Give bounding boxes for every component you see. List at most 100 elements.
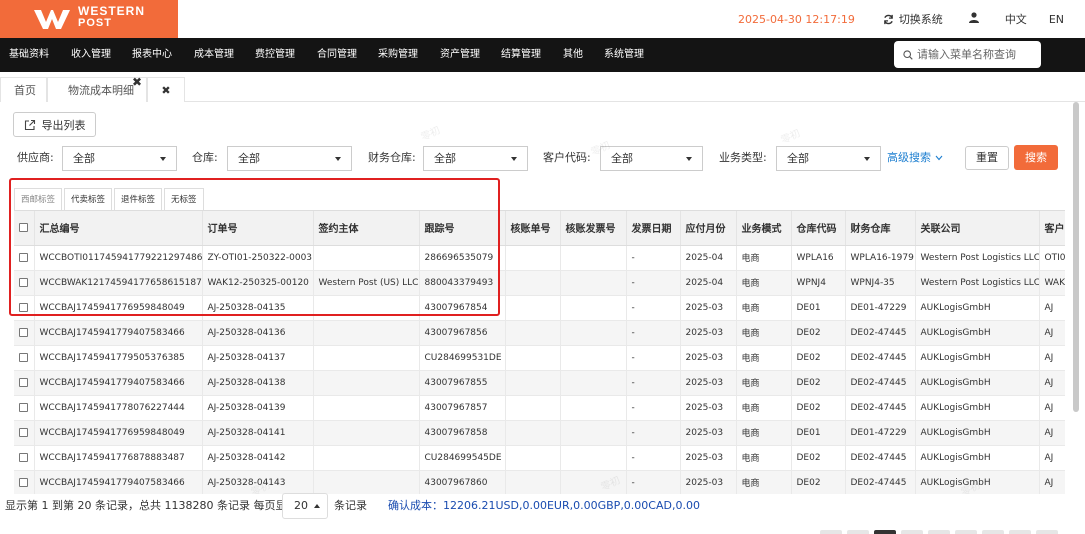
tab-logistics-cost[interactable]: 物流成本明细 ✖: [47, 75, 147, 102]
table-row[interactable]: WCCBAJ1745941776959848049 AJ-250328-04141…: [14, 420, 1065, 446]
table-cell: [313, 345, 420, 371]
table-row[interactable]: WCCBAJ1745941779407583466 AJ-250328-04136…: [14, 320, 1065, 346]
nav-item-purchasing[interactable]: 采购管理: [378, 38, 418, 72]
nav-item-income[interactable]: 收入管理: [71, 38, 111, 72]
table-cell: AJ: [1039, 320, 1065, 346]
table-cell: AJ: [1039, 395, 1065, 421]
pager-button[interactable]: [955, 530, 977, 534]
nav-item-expense-control[interactable]: 费控管理: [255, 38, 295, 72]
nav-item-assets[interactable]: 资产管理: [440, 38, 480, 72]
row-checkbox[interactable]: [14, 445, 35, 471]
customer-code-select[interactable]: 全部: [600, 146, 703, 171]
table-cell: DE02: [791, 445, 846, 471]
pager-button[interactable]: [820, 530, 842, 534]
table-cell: 电商: [736, 245, 792, 271]
col-customer[interactable]: 客户: [1039, 211, 1065, 246]
table-cell: WPNJ4-35: [845, 270, 916, 296]
search-button[interactable]: 搜索: [1014, 145, 1058, 170]
top-bar: WESTERN POST 2025-04-30 12:17:19 切换系统 中文…: [0, 0, 1085, 38]
pager-button[interactable]: [1036, 530, 1058, 534]
row-checkbox[interactable]: [14, 395, 35, 421]
pager-button[interactable]: [1009, 530, 1031, 534]
table-cell: [505, 445, 561, 471]
nav-item-settlement[interactable]: 结算管理: [501, 38, 541, 72]
table-cell: WCCBAJ1745941778076227444: [34, 395, 203, 421]
col-warehouse-code[interactable]: 仓库代码: [791, 211, 846, 246]
table-cell: AJ-250328-04138: [202, 370, 314, 396]
row-checkbox[interactable]: [14, 420, 35, 446]
table-cell: [560, 420, 627, 446]
switch-system-label: 切换系统: [898, 13, 943, 26]
page-scrollbar[interactable]: [1073, 102, 1079, 412]
pager-button[interactable]: [982, 530, 1004, 534]
nav-item-reports[interactable]: 报表中心: [132, 38, 172, 72]
row-checkbox[interactable]: [14, 470, 35, 494]
table-row[interactable]: WCCBAJ1745941778076227444 AJ-250328-04139…: [14, 395, 1065, 421]
table-cell: [505, 470, 561, 494]
search-icon: [903, 49, 913, 60]
table-cell: 43007967855: [419, 370, 506, 396]
user-icon[interactable]: [968, 12, 979, 26]
nav-item-system[interactable]: 系统管理: [604, 38, 644, 72]
col-invoice-date[interactable]: 发票日期: [626, 211, 681, 246]
table-cell: 电商: [736, 345, 792, 371]
finance-warehouse-select[interactable]: 全部: [423, 146, 528, 171]
table-cell: Western Post Logistics LLC: [915, 270, 1040, 296]
tab-home[interactable]: 首页: [0, 77, 47, 102]
table-cell: [560, 245, 627, 271]
chevron-down-icon: [864, 157, 870, 161]
table-cell: [560, 445, 627, 471]
pager-button[interactable]: [901, 530, 923, 534]
brand-logo[interactable]: WESTERN POST: [0, 0, 178, 38]
nav-item-contracts[interactable]: 合同管理: [317, 38, 357, 72]
chevron-down-icon: [935, 155, 942, 161]
lang-en-button[interactable]: EN: [1049, 13, 1064, 26]
table-cell: [313, 470, 420, 494]
pager-button[interactable]: [928, 530, 950, 534]
row-checkbox[interactable]: [14, 370, 35, 396]
table-cell: DE01: [791, 295, 846, 321]
table-row[interactable]: WCCBAJ1745941779407583466 AJ-250328-04138…: [14, 370, 1065, 396]
brand-name: WESTERN POST: [78, 4, 145, 29]
menu-search-box[interactable]: [894, 41, 1041, 68]
table-cell: -: [626, 445, 681, 471]
col-business-mode[interactable]: 业务模式: [736, 211, 792, 246]
col-related-company[interactable]: 关联公司: [915, 211, 1040, 246]
warehouse-select[interactable]: 全部: [227, 146, 352, 171]
table-cell: [560, 270, 627, 296]
col-finance-warehouse[interactable]: 财务仓库: [845, 211, 916, 246]
advanced-search-link[interactable]: 高级搜索: [887, 145, 943, 170]
row-checkbox[interactable]: [14, 320, 35, 346]
reset-button[interactable]: 重置: [965, 146, 1009, 170]
close-all-tabs-button[interactable]: ✖: [147, 77, 185, 102]
col-reconcile-invoice-no[interactable]: 核账发票号: [560, 211, 627, 246]
business-type-select[interactable]: 全部: [776, 146, 881, 171]
menu-search-input[interactable]: [917, 48, 1035, 61]
table-row[interactable]: WCCBAJ1745941779407583466 AJ-250328-04143…: [14, 470, 1065, 494]
pager-button[interactable]: [847, 530, 869, 534]
pager-button[interactable]: [874, 530, 896, 534]
nav-item-basic-data[interactable]: 基础资料: [9, 38, 49, 72]
table-cell: -: [626, 295, 681, 321]
table-cell: DE02-47445: [845, 395, 916, 421]
lang-zh-button[interactable]: 中文: [1005, 11, 1027, 27]
export-list-button[interactable]: 导出列表: [13, 112, 96, 137]
table-cell: AJ-250328-04139: [202, 395, 314, 421]
col-reconcile-bill-no[interactable]: 核账单号: [505, 211, 561, 246]
table-cell: AJ-250328-04137: [202, 345, 314, 371]
table-cell: [560, 295, 627, 321]
tab-close-icon[interactable]: ✖: [132, 70, 142, 95]
table-row[interactable]: WCCBAJ1745941779505376385 AJ-250328-04137…: [14, 345, 1065, 371]
table-cell: 电商: [736, 420, 792, 446]
table-cell: -: [626, 270, 681, 296]
table-row[interactable]: WCCBAJ1745941776878883487 AJ-250328-04142…: [14, 445, 1065, 471]
confirmed-cost-total: 确认成本：12206.21USD,0.00EUR,0.00GBP,0.00CAD…: [388, 499, 700, 512]
supplier-select[interactable]: 全部: [62, 146, 177, 171]
col-payable-month[interactable]: 应付月份: [680, 211, 737, 246]
page-size-select[interactable]: 20: [282, 493, 328, 519]
nav-item-cost[interactable]: 成本管理: [194, 38, 234, 72]
nav-item-other[interactable]: 其他: [563, 38, 583, 72]
switch-system-button[interactable]: 切换系统: [883, 11, 943, 27]
table-cell: [313, 445, 420, 471]
row-checkbox[interactable]: [14, 345, 35, 371]
